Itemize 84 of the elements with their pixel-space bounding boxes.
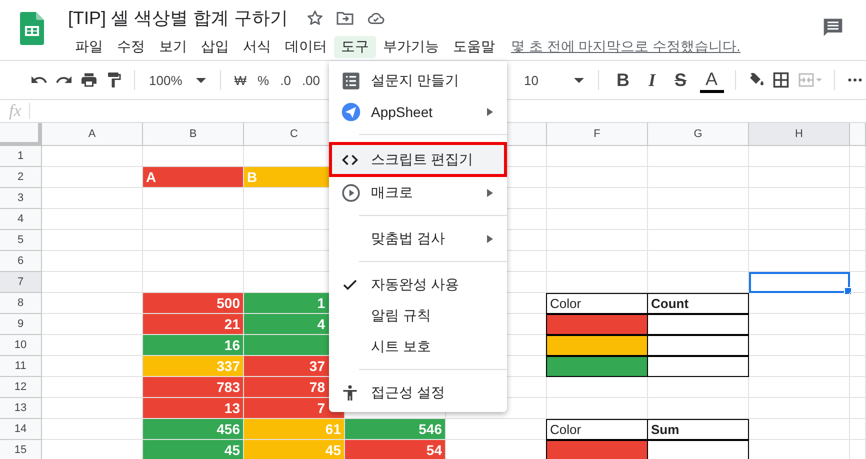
submenu-arrow-icon [487,234,493,242]
submenu-arrow-icon [487,108,493,116]
table-cell[interactable]: Color [546,293,648,314]
table-cell[interactable] [546,335,648,356]
fill-handle[interactable] [844,287,852,295]
menu-item[interactable]: 수정 [110,36,152,58]
comment-icon[interactable] [822,16,844,38]
menu-option[interactable]: 맞춤법 검사 [329,223,507,254]
table-cell[interactable]: 783 [143,377,244,398]
row-header[interactable]: 3 [0,188,42,209]
table-cell[interactable] [647,440,749,459]
select-all-corner[interactable] [0,123,42,146]
form-icon [341,70,361,90]
menu-item[interactable]: 보기 [152,36,194,58]
table-cell[interactable]: 7 [244,398,345,419]
table-cell[interactable]: Sum [647,419,749,440]
row-header[interactable]: 11 [0,356,42,377]
row-header[interactable]: 2 [0,167,42,188]
column-header[interactable]: H [749,123,850,146]
row-header[interactable]: 5 [0,230,42,251]
move-folder-icon[interactable] [336,9,354,27]
menu-item[interactable]: 삽입 [194,36,236,58]
paper-plane-icon [341,102,361,122]
table-cell[interactable]: 54 [345,440,446,459]
row-header[interactable]: 8 [0,293,42,314]
borders-icon[interactable] [772,71,790,89]
font-size-dropdown[interactable]: 10 [524,70,588,90]
table-cell[interactable] [647,356,749,377]
menu-item[interactable]: 부가기능 [376,36,446,58]
menu-option[interactable]: 스크립트 편집기 [329,142,507,177]
formula-label: fx [9,101,22,121]
number-format-button[interactable]: .00 [300,70,322,90]
table-cell[interactable]: 21 [143,314,244,335]
last-edit-link[interactable]: 몇 초 전에 마지막으로 수정했습니다. [511,38,740,56]
table-cell[interactable]: 500 [143,293,244,314]
number-format-button[interactable]: % [256,70,272,90]
table-cell[interactable] [546,440,648,459]
row-header[interactable]: 9 [0,314,42,335]
caret-icon [196,78,206,82]
column-header[interactable] [850,123,866,146]
row-header[interactable]: 10 [0,335,42,356]
star-icon[interactable] [306,9,324,27]
submenu-arrow-icon [487,188,493,196]
text-style-button[interactable]: A [700,67,724,93]
menu-option[interactable]: 설문지 만들기 [329,65,507,96]
row-header[interactable]: 12 [0,377,42,398]
menu-item[interactable]: 도구 [334,36,376,58]
menu-item[interactable]: 데이터 [278,36,334,58]
table-cell[interactable]: Color [546,419,648,440]
accessibility-icon [341,382,359,402]
row-header[interactable]: 14 [0,419,42,440]
table-cell[interactable] [647,314,749,335]
table-cell[interactable] [546,314,648,335]
row-header[interactable]: 1 [0,146,42,167]
number-format-button[interactable]: ₩ [232,70,249,90]
active-cell[interactable] [749,272,850,293]
row-header[interactable]: 13 [0,398,42,419]
sheets-logo-icon[interactable] [20,12,44,45]
text-style-button[interactable]: B [610,68,636,92]
row-header[interactable]: 4 [0,209,42,230]
zoom-dropdown[interactable]: 100% [146,70,210,90]
table-cell[interactable] [546,356,648,377]
paint-format-icon[interactable] [105,71,123,89]
table-cell[interactable]: Count [647,293,749,314]
column-header[interactable]: G [648,123,749,146]
number-format-button[interactable]: .0 [278,70,293,90]
caret-icon [574,78,584,82]
row-header[interactable]: 15 [0,440,42,459]
text-style-button[interactable]: S [668,68,693,92]
play-circle-icon [341,182,361,202]
text-style-button[interactable]: I [642,68,662,92]
table-cell[interactable]: A [143,167,244,188]
menu-item[interactable]: 도움말 [446,36,502,58]
column-header[interactable]: F [547,123,648,146]
row-header[interactable]: 6 [0,251,42,272]
menu-item[interactable]: 서식 [236,36,278,58]
table-cell[interactable]: 13 [143,398,244,419]
menu-item[interactable]: 파일 [68,36,110,58]
column-header[interactable]: B [143,123,244,146]
document-title[interactable]: [TIP] 셀 색상별 합계 구하기 [68,6,288,30]
table-cell[interactable] [647,335,749,356]
column-header[interactable]: A [42,123,143,146]
row-header[interactable]: 7 [0,272,42,293]
print-icon[interactable] [80,71,98,89]
